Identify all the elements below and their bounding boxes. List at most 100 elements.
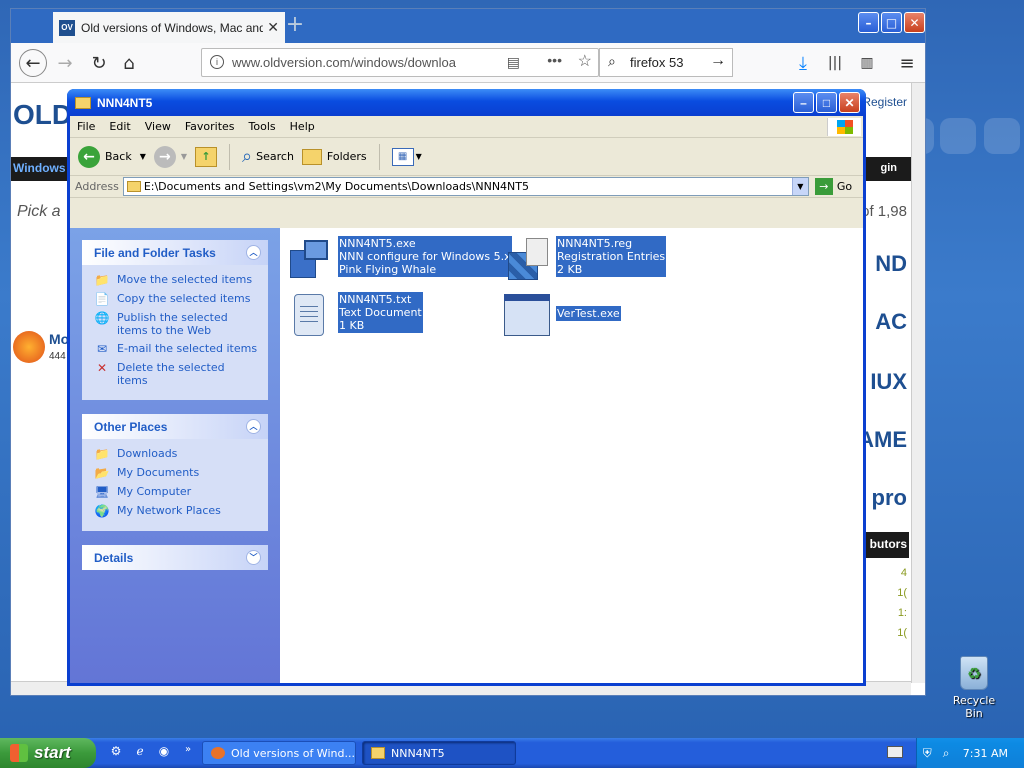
firefox-logo-icon[interactable] <box>13 331 45 363</box>
back-button[interactable]: ← Back ▼ <box>78 145 146 168</box>
quicklaunch-ie-icon[interactable]: ℯ <box>132 744 148 760</box>
up-folder-icon: ↑ <box>195 146 218 167</box>
register-link[interactable]: Register <box>862 95 907 109</box>
right-nav-item[interactable]: ND <box>875 251 907 277</box>
views-button[interactable]: ▦ ▼ <box>391 147 422 166</box>
recycle-bin[interactable]: ♻ Recycle Bin <box>944 656 1004 720</box>
search-bar[interactable]: ⌕ firefox 53 → <box>599 48 733 77</box>
collapse-chevron-icon[interactable]: ︿ <box>246 419 261 434</box>
recycle-bin-icon: ♻ <box>960 656 988 690</box>
explorer-minimize-button[interactable]: – <box>793 92 814 113</box>
taskbar-item-firefox[interactable]: Old versions of Wind... <box>202 741 356 765</box>
task-label: Copy the selected items <box>117 292 251 305</box>
explorer-maximize-button[interactable]: □ <box>816 92 837 113</box>
forward-button[interactable]: → ▼ <box>153 145 187 168</box>
search-button[interactable]: ⌕ Search <box>242 146 294 167</box>
menu-favorites[interactable]: Favorites <box>178 120 242 133</box>
maximize-button[interactable]: □ <box>881 12 902 33</box>
downloads-icon[interactable]: ⤓ <box>789 49 817 77</box>
back-icon: ← <box>78 145 100 168</box>
browser-tab[interactable]: OV Old versions of Windows, Mac and ✕ <box>53 12 285 43</box>
contributors-title: butors <box>869 537 907 551</box>
url-bar[interactable]: i www.oldversion.com/windows/downloa ▤ •… <box>201 48 599 77</box>
go-button[interactable]: → Go <box>814 178 852 195</box>
details-header[interactable]: Details ﹀ <box>82 545 268 570</box>
address-dropdown-icon[interactable]: ▼ <box>791 178 808 195</box>
explorer-titlebar[interactable]: NNN4NT5 – □ ✕ <box>67 89 866 116</box>
file-tasks-header[interactable]: File and Folder Tasks ︿ <box>82 240 268 265</box>
forward-dropdown-icon[interactable]: ▼ <box>181 152 187 161</box>
search-go-icon[interactable]: → <box>710 52 726 70</box>
task-delete[interactable]: ✕ Delete the selected items <box>94 361 258 387</box>
sidebar-icon[interactable]: ▥ <box>853 49 881 77</box>
task-copy[interactable]: 📄 Copy the selected items <box>94 292 258 306</box>
explorer-menubar: File Edit View Favorites Tools Help <box>70 116 863 138</box>
go-arrow-icon: → <box>814 178 833 195</box>
site-logo[interactable]: OLD <box>13 99 72 131</box>
menu-help[interactable]: Help <box>283 120 322 133</box>
quicklaunch-more-icon[interactable]: » <box>180 744 196 760</box>
network-tray-icon[interactable]: ⛨ <box>923 746 937 760</box>
menu-view[interactable]: View <box>138 120 178 133</box>
place-network[interactable]: 🌍 My Network Places <box>94 504 258 518</box>
minimize-button[interactable]: – <box>858 12 879 33</box>
task-email[interactable]: ✉ E-mail the selected items <box>94 342 258 356</box>
back-dropdown-icon[interactable]: ▼ <box>140 152 146 161</box>
info-icon[interactable]: i <box>210 55 224 69</box>
file-type: Registration Entries <box>557 250 666 263</box>
file-item[interactable]: VerTest.exe <box>504 292 621 340</box>
menu-edit[interactable]: Edit <box>102 120 137 133</box>
file-item[interactable]: NNN4NT5.reg Registration Entries 2 KB <box>504 236 667 284</box>
forward-arrow-icon[interactable]: → <box>51 49 79 77</box>
menu-tools[interactable]: Tools <box>242 120 283 133</box>
keyboard-icon[interactable] <box>887 746 903 758</box>
login-link[interactable]: gin <box>881 162 898 174</box>
windows-link[interactable]: Windows <box>13 161 66 175</box>
start-button[interactable]: start <box>0 738 96 768</box>
task-pane: File and Folder Tasks ︿ 📁 Move the select… <box>70 228 280 683</box>
address-field[interactable]: E:\Documents and Settings\vm2\My Documen… <box>122 177 809 196</box>
reload-icon[interactable]: ↻ <box>85 49 113 77</box>
task-label: Delete the selected items <box>117 361 225 387</box>
up-folder-button[interactable]: ↑ <box>195 146 218 167</box>
menu-file[interactable]: File <box>70 120 102 133</box>
close-button[interactable]: ✕ <box>904 12 925 33</box>
file-view[interactable]: NNN4NT5.exe NNN configure for Windows 5.… <box>280 228 863 683</box>
explorer-close-button[interactable]: ✕ <box>839 92 860 113</box>
close-tab-icon[interactable]: ✕ <box>267 19 279 36</box>
right-nav-item[interactable]: pro <box>872 485 907 511</box>
reader-view-icon[interactable]: ▤ <box>507 54 520 71</box>
right-nav-item[interactable]: AC <box>875 309 907 335</box>
task-move[interactable]: 📁 Move the selected items <box>94 273 258 287</box>
clock[interactable]: 7:31 AM <box>963 747 1008 760</box>
place-downloads[interactable]: 📁 Downloads <box>94 447 258 461</box>
file-item[interactable]: NNN4NT5.txt Text Document 1 KB <box>286 292 423 340</box>
quicklaunch-gear-icon[interactable]: ⚙ <box>108 744 124 760</box>
address-folder-icon <box>126 181 141 192</box>
registry-icon <box>504 236 552 284</box>
address-text: E:\Documents and Settings\vm2\My Documen… <box>143 180 530 193</box>
search-tray-icon[interactable]: ⌕ <box>943 746 957 760</box>
taskbar-item-explorer[interactable]: NNN4NT5 <box>362 741 516 765</box>
views-dropdown-icon[interactable]: ▼ <box>416 152 422 161</box>
expand-chevron-icon[interactable]: ﹀ <box>246 550 261 565</box>
place-my-documents[interactable]: 📂 My Documents <box>94 466 258 480</box>
other-places-header[interactable]: Other Places ︿ <box>82 414 268 439</box>
library-icon[interactable]: ||| <box>821 49 849 77</box>
page-vertical-scrollbar[interactable] <box>911 83 925 683</box>
back-arrow-icon[interactable]: ← <box>19 49 47 77</box>
right-nav-item[interactable]: IUX <box>870 369 907 395</box>
task-publish[interactable]: 🌐 Publish the selected items to the Web <box>94 311 258 337</box>
folders-button[interactable]: Folders <box>301 148 367 165</box>
new-tab-icon[interactable]: + <box>283 13 307 39</box>
home-icon[interactable]: ⌂ <box>115 49 143 77</box>
quicklaunch-media-icon[interactable]: ◉ <box>156 744 172 760</box>
menu-icon[interactable]: ≡ <box>893 49 921 77</box>
details-panel: Details ﹀ <box>82 545 268 570</box>
search-query: firefox 53 <box>630 55 684 70</box>
collapse-chevron-icon[interactable]: ︿ <box>246 245 261 260</box>
bookmark-star-icon[interactable]: ☆ <box>578 51 592 71</box>
file-item[interactable]: NNN4NT5.exe NNN configure for Windows 5.… <box>286 236 512 284</box>
page-actions-icon[interactable]: ••• <box>547 52 562 68</box>
place-my-computer[interactable]: 🖥 My Computer <box>94 485 258 499</box>
